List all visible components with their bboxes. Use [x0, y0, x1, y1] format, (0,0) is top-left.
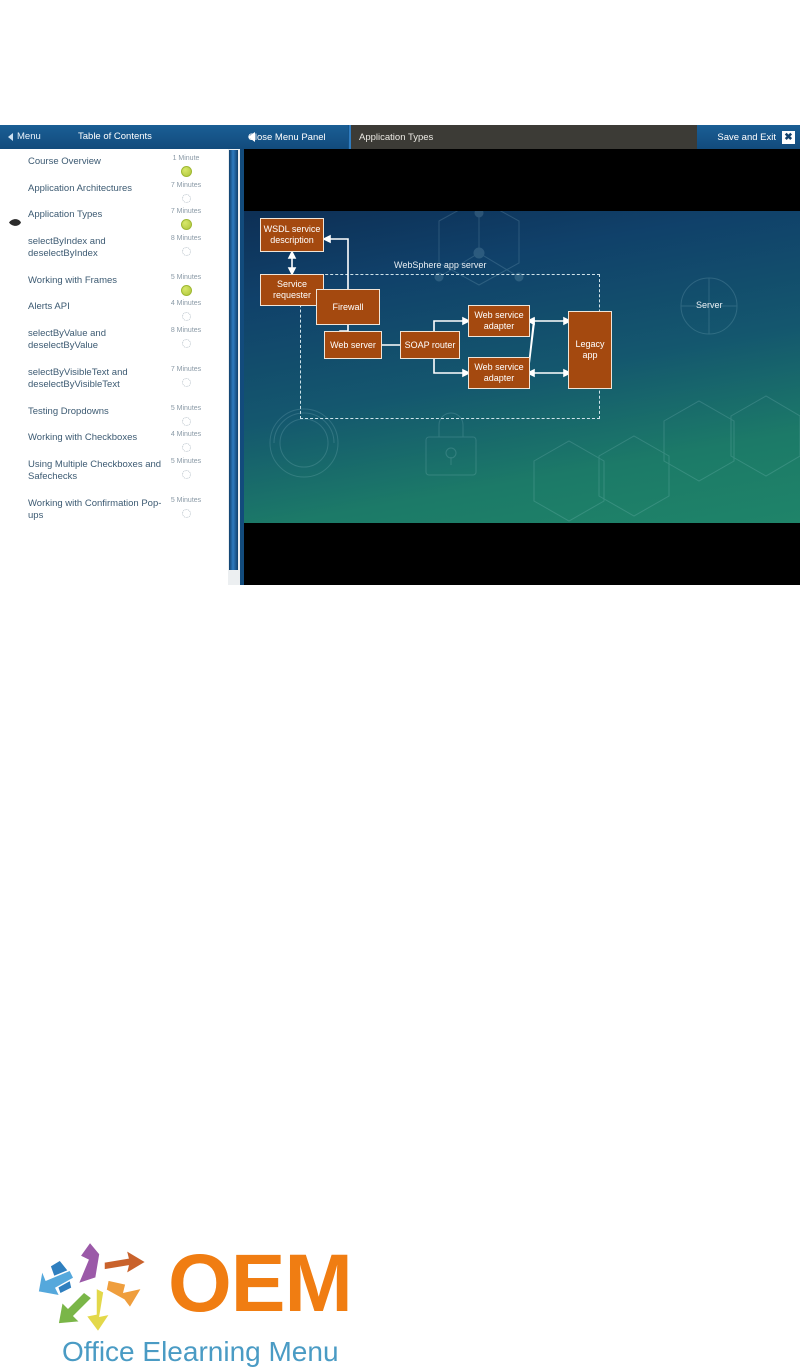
node-web-service-adapter-2[interactable]: Web service adapter [468, 357, 530, 389]
node-wsdl-service-description[interactable]: WSDL service description [260, 218, 324, 252]
menu-item-duration: 5 Minutes [170, 496, 202, 504]
menu-item-label: Application Types [28, 209, 103, 220]
close-menu-panel-button[interactable]: Close Menu Panel [240, 125, 348, 149]
pinwheel-arrows-icon [38, 1240, 148, 1334]
node-legacy-app[interactable]: Legacy app [568, 311, 612, 389]
menu-item-duration: 8 Minutes [170, 326, 202, 334]
menu-item-label: Working with Confirmation Pop-ups [28, 497, 162, 522]
menu-item[interactable]: selectByIndex and deselectByIndex 8 Minut… [0, 229, 228, 268]
menu-item-label: selectByIndex and deselectByIndex [28, 235, 106, 260]
menu-item-label: Using Multiple Checkboxes and Safechecks [28, 458, 162, 483]
menu-item-duration: 4 Minutes [170, 300, 202, 307]
oem-logo: OEM Office Elearning Menu [0, 600, 800, 1367]
menu-item-list[interactable]: Course Overview 1 Minute Application Archi… [0, 149, 228, 585]
menu-item[interactable]: Working with Checkboxes 4 Minutes [0, 425, 228, 452]
menu-item[interactable]: selectByValue and deselectByValue 8 Minut… [0, 321, 228, 360]
menu-item[interactable]: Working with Frames 5 Minutes [0, 268, 228, 296]
menu-item-duration: 8 Minutes [170, 234, 202, 242]
menu-button[interactable]: Menu [8, 125, 41, 149]
menu-item[interactable]: Application Types 7 Minutes [0, 202, 228, 230]
menu-item-label: selectByVisibleText and deselectByVisibl… [28, 366, 128, 391]
menu-item[interactable]: Alerts API 4 Minutes [0, 294, 228, 321]
menu-item-duration: 5 Minutes [170, 404, 202, 412]
node-label: Web service adapter [474, 362, 524, 383]
menu-item-label: selectByValue and deselectByValue [28, 327, 106, 352]
node-firewall[interactable]: Firewall [316, 289, 380, 325]
menu-item-label: Application Architectures [28, 182, 133, 194]
node-web-service-adapter-1[interactable]: Web service adapter [468, 305, 530, 337]
course-player: Menu Table of Contents Close Menu Panel … [0, 125, 800, 585]
node-label: Legacy app [575, 339, 605, 360]
current-item-marker-icon [8, 214, 22, 226]
slide-stage: WebSphere app server Server WSDL service… [244, 149, 800, 585]
slide-canvas: WebSphere app server Server WSDL service… [244, 211, 800, 523]
status-incomplete-icon [181, 338, 191, 348]
node-service-requester[interactable]: Service requester [260, 274, 324, 306]
status-incomplete-icon [181, 469, 191, 479]
node-label: Firewall [332, 301, 364, 312]
node-label: Web service adapter [474, 310, 524, 331]
player-topbar: Menu Table of Contents Close Menu Panel … [0, 125, 800, 149]
menu-item-duration: 7 Minutes [170, 181, 202, 189]
menu-item-meta: 8 Minutes [158, 234, 214, 261]
node-label: Web server [330, 339, 376, 350]
status-incomplete-icon [181, 508, 191, 518]
menu-item[interactable]: Working with Confirmation Pop-ups 5 Minut… [0, 491, 228, 530]
node-soap-router[interactable]: SOAP router [400, 331, 460, 359]
tab-label: Application Types [359, 131, 434, 143]
menu-item[interactable]: Application Architectures 7 Minutes [0, 176, 228, 203]
close-icon[interactable]: ✖ [782, 130, 795, 144]
save-and-exit-button[interactable]: Save and Exit [717, 132, 776, 143]
status-incomplete-icon [181, 377, 191, 387]
menu-item-meta: 5 Minutes [158, 457, 214, 484]
menu-item-duration: 5 Minutes [170, 273, 202, 281]
menu-item-label: Working with Checkboxes [28, 432, 138, 443]
node-label: SOAP router [404, 339, 456, 350]
menu-item-label: Alerts API [28, 301, 70, 312]
menu-scrollbar-thumb[interactable] [229, 150, 238, 570]
menu-item-duration: 4 Minutes [170, 431, 202, 438]
menu-item-label: Testing Dropdowns [28, 405, 109, 417]
node-label: Service requester [272, 279, 312, 300]
status-incomplete-icon [181, 246, 191, 256]
menu-item-duration: 1 Minute [172, 155, 200, 162]
menu-item-duration: 7 Minutes [170, 208, 202, 215]
menu-item[interactable]: Course Overview 1 Minute [0, 149, 228, 177]
node-web-server[interactable]: Web server [324, 331, 382, 359]
menu-item[interactable]: selectByVisibleText and deselectByVisibl… [0, 360, 228, 399]
menu-item-duration: 7 Minutes [170, 365, 202, 373]
menu-item-meta: 8 Minutes [158, 326, 214, 353]
menu-item[interactable]: Using Multiple Checkboxes and Safechecks… [0, 452, 228, 491]
topbar-right-section: Save and Exit ✖ [697, 125, 800, 149]
chevron-left-icon [8, 133, 13, 141]
architecture-diagram: WebSphere app server Server WSDL service… [244, 211, 800, 523]
menu-item-label: Course Overview [28, 156, 101, 167]
menu-item-duration: 5 Minutes [170, 457, 202, 465]
menu-item-meta: 5 Minutes [158, 496, 214, 523]
tab-application-types[interactable]: Application Types [349, 125, 697, 149]
logo-wordmark: OEM [168, 1238, 353, 1329]
menu-item-meta: 7 Minutes [158, 365, 214, 392]
node-label: WSDL service description [263, 224, 321, 245]
table-of-contents-title: Table of Contents [78, 131, 152, 142]
menu-item-label: Working with Frames [28, 274, 118, 286]
close-menu-panel-label: Close Menu Panel [248, 131, 326, 143]
logo-tagline: Office Elearning Menu [62, 1336, 339, 1367]
menu-panel: Course Overview 1 Minute Application Archi… [0, 149, 240, 585]
menu-item[interactable]: Testing Dropdowns 5 Minutes [0, 399, 228, 426]
menu-button-label: Menu [17, 131, 41, 142]
